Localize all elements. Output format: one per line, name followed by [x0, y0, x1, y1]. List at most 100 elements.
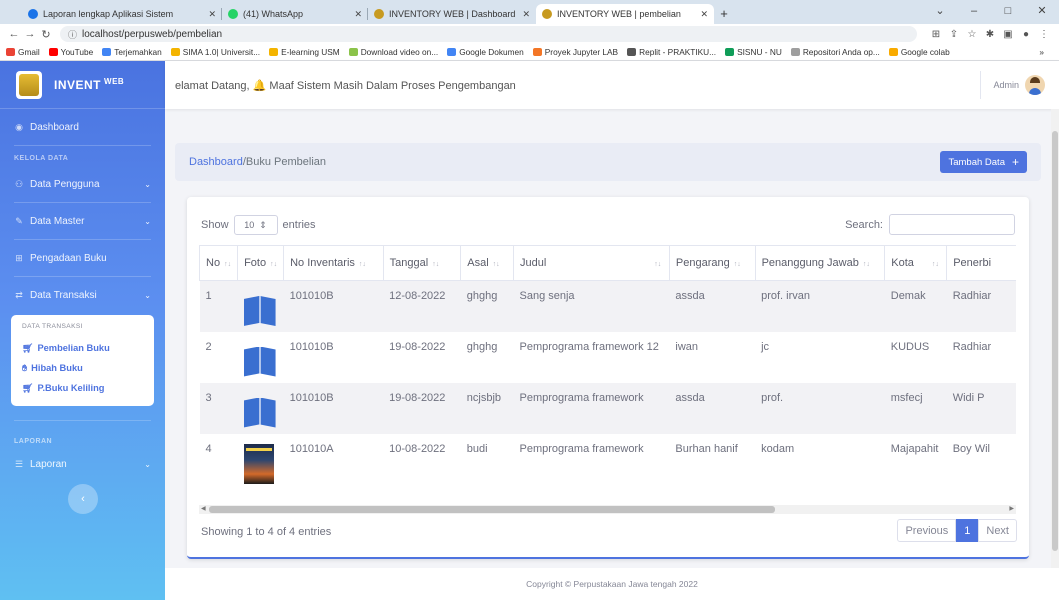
- table-row[interactable]: 3 101010B 19-08-2022 ncjsbjb Pemprograma…: [199, 382, 1016, 434]
- col-foto[interactable]: Foto ↑↓: [237, 245, 284, 281]
- extensions-icon[interactable]: ✱: [981, 29, 999, 40]
- close-icon[interactable]: ✕: [354, 9, 362, 20]
- brand-name: INVENT WEB: [54, 77, 125, 92]
- col-kota[interactable]: Kota ↑↓: [884, 245, 947, 281]
- entries-select[interactable]: 10 ⇕: [233, 215, 278, 235]
- menu-icon[interactable]: ⋮: [1035, 29, 1053, 40]
- col-tanggal[interactable]: Tanggal ↑↓: [382, 245, 461, 281]
- col-penerbit[interactable]: Penerbi: [946, 245, 1016, 281]
- bookmark-gmail[interactable]: Gmail: [6, 47, 40, 57]
- bookmark-sisnu[interactable]: SISNU - NU: [725, 47, 782, 57]
- report-icon: ☰: [14, 458, 24, 469]
- page-1-button[interactable]: 1: [956, 519, 979, 542]
- browser-tab-laporan[interactable]: Laporan lengkap Aplikasi Sistem ✕: [22, 4, 222, 24]
- sidebar-item-dashboard[interactable]: ◉ Dashboard: [0, 109, 165, 145]
- tambah-data-button[interactable]: Tambah Data +: [940, 151, 1027, 173]
- horizontal-scrollbar[interactable]: ◀ ▶: [199, 505, 1016, 514]
- sidebar-item-data-transaksi[interactable]: ⇄ Data Transaksi ⌄: [0, 277, 165, 313]
- replit-icon: [627, 48, 637, 56]
- bookmark-replit[interactable]: Replit - PRAKTIKU...: [627, 47, 716, 57]
- share-icon[interactable]: ⇪: [945, 29, 963, 40]
- scrollbar-thumb[interactable]: [209, 506, 775, 513]
- close-icon[interactable]: ✕: [700, 9, 708, 20]
- search-input[interactable]: [889, 214, 1015, 235]
- user-menu[interactable]: Admin: [993, 61, 1045, 109]
- reload-icon[interactable]: ↻: [38, 28, 54, 41]
- close-icon[interactable]: ✕: [522, 9, 530, 20]
- col-judul[interactable]: Judul ↑↓: [513, 245, 670, 281]
- translate-icon[interactable]: ⊞: [927, 29, 945, 40]
- sidebar-toggle-button[interactable]: ‹: [68, 484, 98, 514]
- table-wrapper[interactable]: No ↑↓ Foto ↑↓ No Inventaris ↑↓ Tanggal ↑↓ As…: [199, 245, 1016, 505]
- breadcrumb-dashboard-link[interactable]: Dashboard: [189, 156, 243, 168]
- col-pengarang[interactable]: Pengarang ↑↓: [668, 245, 756, 281]
- sidebar-item-pengadaan[interactable]: ⊞ Pengadaan Buku: [0, 240, 165, 276]
- col-no-inventaris[interactable]: No Inventaris ↑↓: [283, 245, 384, 281]
- bookmark-download[interactable]: Download video on...: [348, 47, 438, 57]
- table-row[interactable]: 1 101010B 12-08-2022 ghghg Sang senja as…: [199, 280, 1016, 332]
- previous-page-button[interactable]: Previous: [897, 519, 957, 542]
- close-window-icon[interactable]: ✕: [1025, 0, 1059, 24]
- cart-icon: ⊞: [15, 252, 23, 263]
- book-photo: [243, 346, 276, 377]
- forward-icon[interactable]: →: [22, 28, 38, 40]
- bookmark-repositori[interactable]: Repositori Anda op...: [790, 47, 880, 57]
- bookmark-jupyter[interactable]: Proyek Jupyter LAB: [532, 47, 618, 57]
- cart-icon: 🛒︎: [22, 342, 34, 353]
- profile-icon[interactable]: ●: [1017, 29, 1035, 40]
- bookmark-elearning[interactable]: E-learning USM: [269, 47, 340, 57]
- site-logo-icon: [374, 9, 384, 19]
- users-icon: ⚇: [14, 178, 24, 189]
- sidebar-item-buku-keliling[interactable]: 🛒︎ P.Buku Keliling: [11, 378, 154, 398]
- jupyter-icon: [532, 48, 542, 56]
- browser-tab-whatsapp[interactable]: (41) WhatsApp ✕: [222, 4, 368, 24]
- bookmark-sima[interactable]: SIMA 1.0| Universit...: [170, 47, 260, 57]
- sidebar-item-data-master[interactable]: ✎ Data Master ⌄: [0, 203, 165, 239]
- new-tab-button[interactable]: +: [714, 4, 734, 24]
- sidebar-item-data-pengguna[interactable]: ⚇ Data Pengguna ⌄: [0, 166, 165, 202]
- edit-icon: ✎: [15, 215, 23, 226]
- col-asal[interactable]: Asal ↑↓: [460, 245, 514, 281]
- chevron-down-icon: ⌄: [144, 179, 151, 189]
- scrollbar-thumb[interactable]: [1052, 131, 1058, 551]
- scroll-right-icon[interactable]: ▶: [1009, 505, 1014, 512]
- browser-tab-dashboard[interactable]: INVENTORY WEB | Dashboard ✕: [368, 4, 536, 24]
- chevron-down-icon[interactable]: ⌄: [923, 0, 957, 24]
- sidebar-item-hibah-buku[interactable]: ✋︎ Hibah Buku: [11, 358, 154, 378]
- book-photo: [243, 296, 276, 326]
- close-icon[interactable]: ✕: [208, 9, 216, 20]
- table-row[interactable]: 2 101010B 19-08-2022 ghghg Pemprograma f…: [200, 332, 1017, 383]
- bookmark-translate[interactable]: Terjemahkan: [102, 47, 162, 57]
- bookmark-docs[interactable]: Google Dokumen: [447, 47, 524, 57]
- minimize-icon[interactable]: –: [957, 0, 991, 24]
- maximize-icon[interactable]: □: [991, 0, 1025, 24]
- sidebar-item-laporan[interactable]: ☰ Laporan ⌄: [0, 449, 165, 479]
- bookmark-colab[interactable]: Google colab: [888, 47, 950, 57]
- star-icon[interactable]: ☆: [963, 29, 981, 40]
- url-input[interactable]: ⓘ localhost/perpusweb/pembelian: [60, 26, 917, 42]
- bookmark-youtube[interactable]: YouTube: [48, 47, 93, 57]
- avatar: [1025, 75, 1045, 95]
- colab-icon: [888, 48, 898, 56]
- scroll-left-icon[interactable]: ◀: [201, 505, 206, 512]
- sidebar-item-pembelian-buku[interactable]: 🛒︎ Pembelian Buku: [11, 338, 154, 358]
- topbar: elamat Datang, 🔔 Maaf Sistem Masih Dalam…: [165, 61, 1059, 109]
- transfer-icon: ⇄: [15, 289, 23, 300]
- back-icon[interactable]: ←: [6, 28, 22, 40]
- more-bookmarks-icon[interactable]: »: [1039, 47, 1044, 57]
- table-info: Showing 1 to 4 of 4 entries: [201, 526, 332, 538]
- url-text: localhost/perpusweb/pembelian: [82, 28, 223, 40]
- col-no[interactable]: No ↑↓: [199, 245, 238, 281]
- gmail-icon: [6, 48, 15, 56]
- table-row[interactable]: 4 101010A 10-08-2022 budi Pemprograma fr…: [200, 434, 1017, 485]
- vertical-scrollbar[interactable]: [1051, 109, 1059, 568]
- chevron-down-icon: ⌄: [144, 216, 151, 226]
- sidebar-brand[interactable]: INVENT WEB: [0, 61, 165, 109]
- submenu-heading: DATA TRANSAKSI: [22, 323, 83, 330]
- announcement-marquee: elamat Datang, 🔔 Maaf Sistem Masih Dalam…: [175, 79, 516, 92]
- next-page-button[interactable]: Next: [978, 519, 1017, 542]
- col-penanggung-jawab[interactable]: Penanggung Jawab ↑↓: [754, 245, 885, 281]
- sort-icon: ↑↓: [432, 261, 440, 268]
- sidepanel-icon[interactable]: ▣: [999, 29, 1017, 40]
- browser-tab-pembelian[interactable]: INVENTORY WEB | pembelian ✕: [536, 4, 714, 24]
